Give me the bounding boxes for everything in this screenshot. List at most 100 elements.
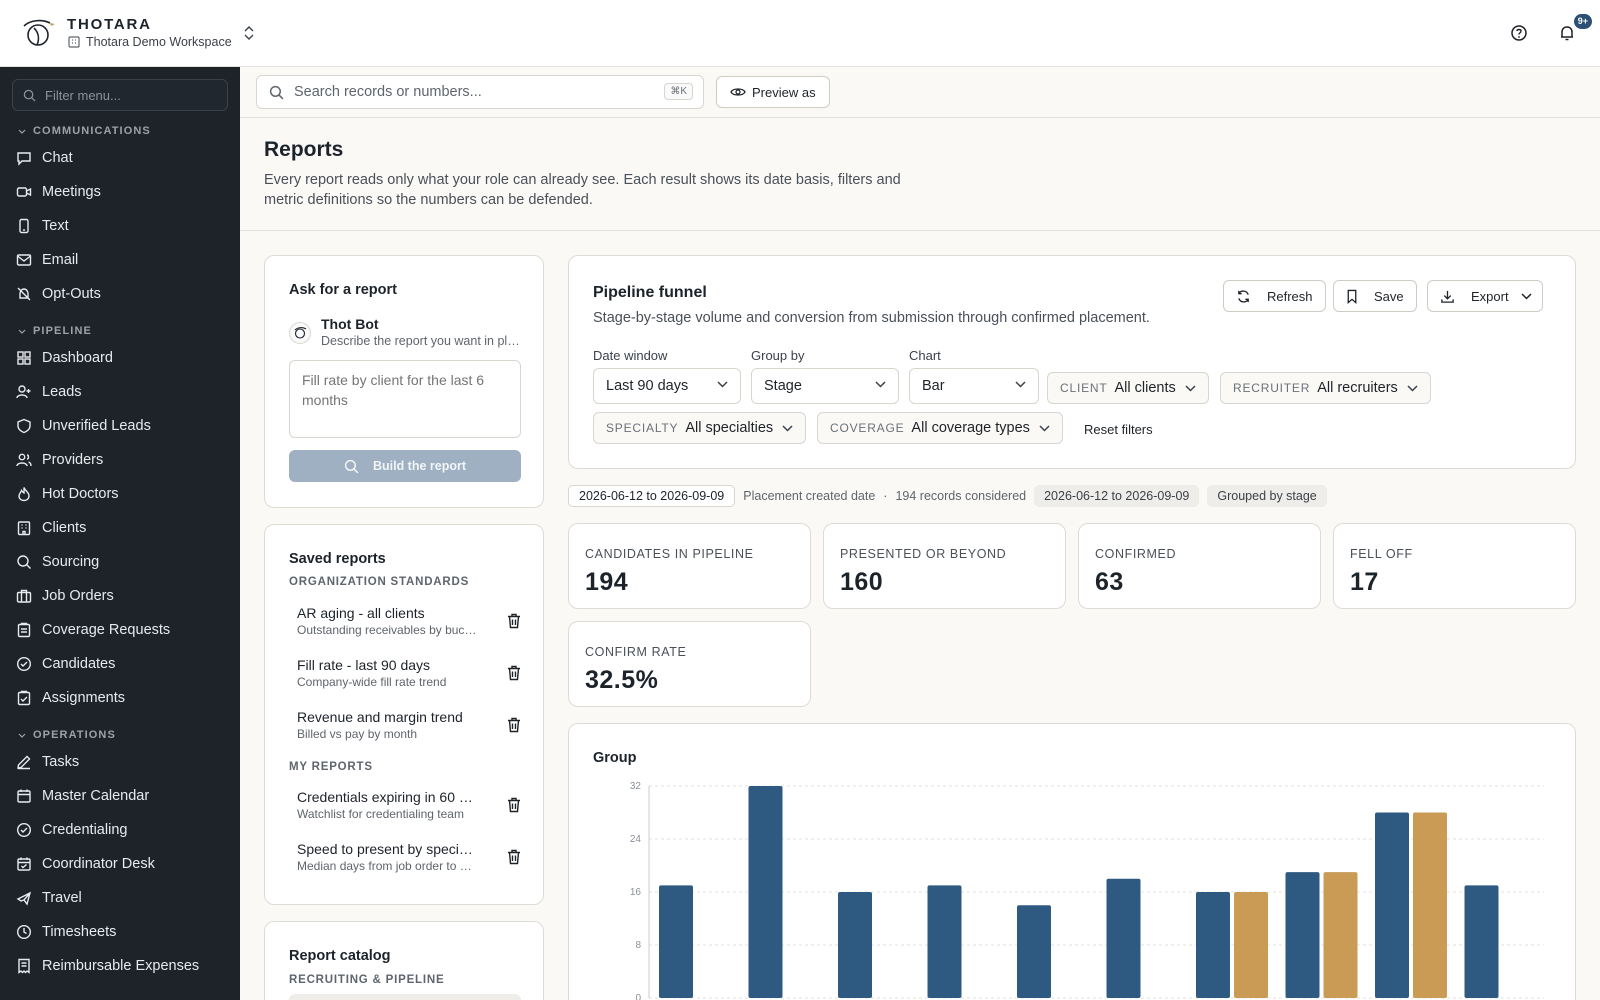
chevron-down-icon xyxy=(18,733,26,738)
range-chip: 2026-06-12 to 2026-09-09 xyxy=(1034,485,1200,507)
refresh-button[interactable]: Refresh xyxy=(1223,280,1326,312)
sidebar-section-header[interactable]: OPERATIONS xyxy=(0,725,240,745)
sidebar-filter-input[interactable]: Filter menu... xyxy=(12,79,228,111)
chart-type-select[interactable]: Bar xyxy=(909,368,1039,404)
kpi-fell-off: FELL OFF 17 xyxy=(1333,523,1576,609)
sidebar-item-master-calendar[interactable]: Master Calendar xyxy=(0,779,240,813)
date-window-select[interactable]: Last 90 days xyxy=(593,368,741,404)
sidebar-item-travel[interactable]: Travel xyxy=(0,881,240,915)
sidebar-item-tasks[interactable]: Tasks xyxy=(0,745,240,779)
coverage-filter[interactable]: COVERAGE All coverage types xyxy=(817,412,1063,444)
bar-mark[interactable] xyxy=(1323,872,1358,998)
sidebar-section-header[interactable]: PIPELINE xyxy=(0,321,240,341)
saved-group-title: ORGANIZATION STANDARDS xyxy=(289,576,470,588)
chat-icon xyxy=(17,152,31,166)
global-search-input[interactable]: Search records or numbers... ⌘K xyxy=(256,75,704,109)
trash-icon[interactable] xyxy=(507,797,521,816)
trash-icon[interactable] xyxy=(507,717,521,736)
page-title: Reports xyxy=(264,138,344,161)
sidebar-item-assignments[interactable]: Assignments xyxy=(0,681,240,715)
build-report-button[interactable]: Build the report xyxy=(289,450,521,482)
sidebar-item-candidates[interactable]: Candidates xyxy=(0,647,240,681)
bar-mark[interactable] xyxy=(1106,878,1141,998)
reset-filters-button[interactable]: Reset filters xyxy=(1084,422,1153,437)
sidebar-item-sourcing[interactable]: Sourcing xyxy=(0,545,240,579)
saved-report-item[interactable]: Credentials expiring in 60 days Watchlis… xyxy=(297,789,527,821)
bar-mark[interactable] xyxy=(1285,872,1320,998)
chevron-down-icon xyxy=(1039,424,1050,432)
sidebar-item-reimbursable-expenses[interactable]: Reimbursable Expenses xyxy=(0,949,240,983)
saved-report-item[interactable]: Revenue and margin trend Billed vs pay b… xyxy=(297,709,527,741)
workspace-switch-icon[interactable] xyxy=(243,25,255,44)
trash-icon[interactable] xyxy=(507,849,521,868)
specialty-filter[interactable]: SPECIALTY All specialties xyxy=(593,412,807,444)
y-tick-label: 24 xyxy=(630,834,642,845)
bar-mark[interactable] xyxy=(748,786,783,998)
client-filter[interactable]: CLIENT All clients xyxy=(1047,372,1209,404)
sidebar-item-label: Opt-Outs xyxy=(42,286,101,302)
grouped-chip: Grouped by stage xyxy=(1207,485,1327,507)
sidebar-item-label: Providers xyxy=(42,452,104,468)
chevron-down-icon xyxy=(1015,381,1026,388)
bar-mark[interactable] xyxy=(1413,812,1447,999)
sidebar-nav: COMMUNICATIONS Chat Meetings Text Email Opt-O… xyxy=(0,121,240,983)
help-icon[interactable] xyxy=(1506,20,1532,46)
trash-icon[interactable] xyxy=(507,665,521,684)
bar-mark[interactable] xyxy=(1375,812,1409,999)
sidebar-item-dashboard[interactable]: Dashboard xyxy=(0,341,240,375)
sidebar-section-header[interactable]: COMMUNICATIONS xyxy=(0,121,240,141)
brand[interactable]: THOTARA Thotara Demo Workspace xyxy=(20,14,232,50)
group-by-label: Group by xyxy=(751,348,805,363)
sidebar-item-email[interactable]: Email xyxy=(0,243,240,277)
sidebar-item-coverage-requests[interactable]: Coverage Requests xyxy=(0,613,240,647)
sidebar-item-credentialing[interactable]: Credentialing xyxy=(0,813,240,847)
report-prompt-input[interactable] xyxy=(289,360,521,438)
recruiter-filter[interactable]: RECRUITER All recruiters xyxy=(1220,372,1431,404)
sidebar-item-job-orders[interactable]: Job Orders xyxy=(0,579,240,613)
chevron-down-icon xyxy=(717,381,728,388)
sidebar-item-coordinator-desk[interactable]: Coordinator Desk xyxy=(0,847,240,881)
sidebar-item-hot-doctors[interactable]: Hot Doctors xyxy=(0,477,240,511)
group-by-select[interactable]: Stage xyxy=(751,368,899,404)
date-window-label: Date window xyxy=(593,348,668,363)
bar-chart: 0 8 16 24 32 xyxy=(630,781,1544,1000)
sidebar-item-opt-outs[interactable]: Opt-Outs xyxy=(0,277,240,311)
catalog-item[interactable] xyxy=(289,994,521,1000)
saved-report-item[interactable]: Speed to present by specialty Median day… xyxy=(297,841,527,873)
save-button[interactable]: Save xyxy=(1333,280,1417,312)
bar-mark[interactable] xyxy=(1196,892,1230,998)
bar-mark[interactable] xyxy=(1017,905,1051,998)
notifications-button[interactable]: 9+ xyxy=(1554,14,1592,46)
search-row: Search records or numbers... ⌘K Preview … xyxy=(240,67,1600,118)
eye-icon xyxy=(730,88,746,96)
sidebar-item-leads[interactable]: Leads xyxy=(0,375,240,409)
bell-icon xyxy=(1561,26,1573,41)
sidebar-item-meetings[interactable]: Meetings xyxy=(0,175,240,209)
phone-icon xyxy=(19,218,29,234)
sidebar-item-label: Reimbursable Expenses xyxy=(42,958,200,974)
sidebar-item-label: Text xyxy=(42,218,69,234)
sidebar-item-unverified-leads[interactable]: Unverified Leads xyxy=(0,409,240,443)
saved-report-item[interactable]: Fill rate - last 90 days Company-wide fi… xyxy=(297,657,527,689)
bar-mark[interactable] xyxy=(927,885,962,998)
trash-icon[interactable] xyxy=(507,613,521,632)
chart-label: Chart xyxy=(909,348,941,363)
sidebar-item-providers[interactable]: Providers xyxy=(0,443,240,477)
receipt-icon xyxy=(18,958,30,974)
sidebar-item-text[interactable]: Text xyxy=(0,209,240,243)
bar-mark[interactable] xyxy=(659,885,693,998)
sidebar-item-label: Sourcing xyxy=(42,554,100,570)
sidebar-item-clients[interactable]: Clients xyxy=(0,511,240,545)
bar-mark[interactable] xyxy=(838,892,872,998)
kpi-confirm-rate: CONFIRM RATE 32.5% xyxy=(568,621,811,707)
sidebar-item-timesheets[interactable]: Timesheets xyxy=(0,915,240,949)
bar-mark[interactable] xyxy=(1234,892,1268,998)
preview-as-button[interactable]: Preview as xyxy=(716,76,830,108)
saved-report-item[interactable]: AR aging - all clients Outstanding recei… xyxy=(297,605,527,637)
bar-mark[interactable] xyxy=(1464,885,1499,998)
kpi-confirmed: CONFIRMED 63 xyxy=(1078,523,1321,609)
bot-description: Describe the report you want in plain la… xyxy=(321,334,521,348)
sidebar-item-chat[interactable]: Chat xyxy=(0,141,240,175)
sidebar: Filter menu... COMMUNICATIONS Chat Meeting… xyxy=(0,67,240,1000)
export-button[interactable]: Export xyxy=(1427,280,1543,312)
